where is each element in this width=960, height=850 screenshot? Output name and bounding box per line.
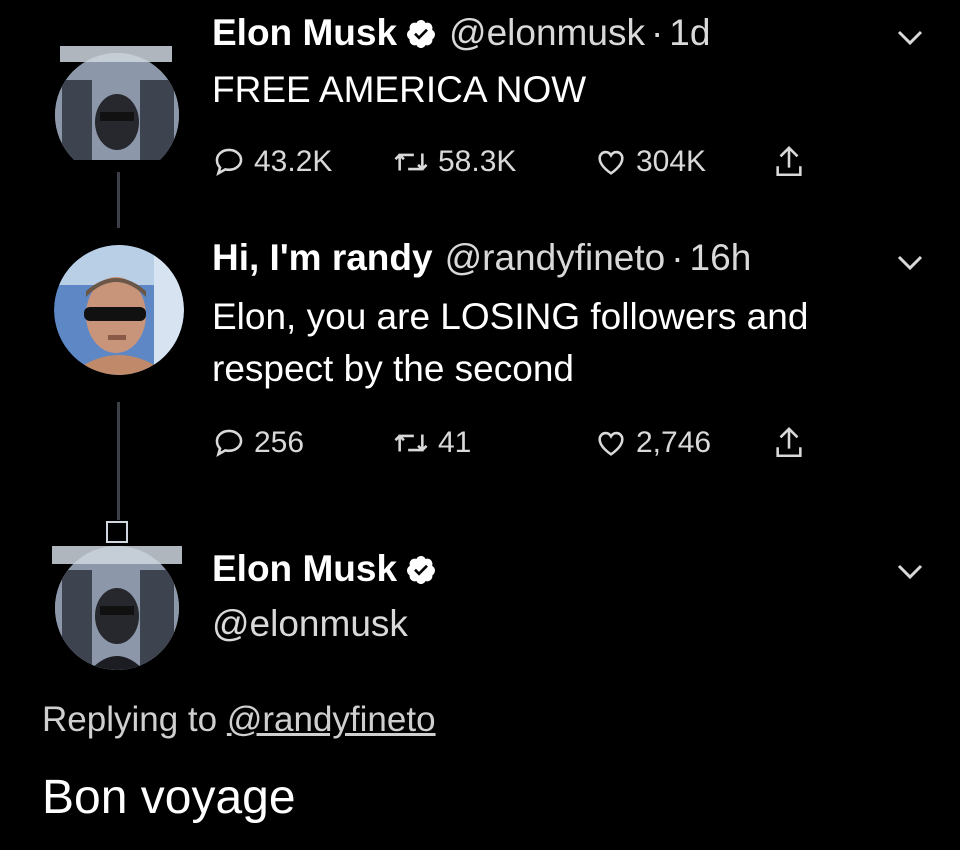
tweet-text-line: respect by the second <box>212 348 574 389</box>
display-name[interactable]: Elon Musk <box>212 12 397 54</box>
tweet-header: Elon Musk <box>212 548 437 590</box>
retweet-icon <box>394 434 428 452</box>
verified-badge-icon <box>405 553 437 585</box>
retweet-button[interactable]: 58.3K <box>392 145 516 179</box>
separator-dot: · <box>671 237 684 278</box>
display-name[interactable]: Elon Musk <box>212 548 397 590</box>
reply-button[interactable]: 43.2K <box>212 145 332 179</box>
verified-badge-icon <box>405 17 437 49</box>
reply-icon <box>215 148 243 177</box>
share-button[interactable] <box>772 143 814 181</box>
tweet[interactable]: Elon Musk @elonmusk · 1d FREE AMERICA NO… <box>0 0 960 200</box>
user-handle[interactable]: @elonmusk <box>212 598 408 650</box>
replying-to: Replying to @randyfineto <box>42 700 436 740</box>
tweet-header: Elon Musk @elonmusk · 1d <box>212 12 710 54</box>
timestamp[interactable]: 16h <box>690 237 752 279</box>
share-icon <box>776 146 802 177</box>
reply-count: 43.2K <box>254 145 333 178</box>
tweet[interactable]: Hi, I'm randy @randyfineto · 16h Elon, y… <box>0 225 960 475</box>
retweet-button[interactable]: 41 <box>392 426 471 460</box>
replying-prefix: Replying to <box>42 700 218 739</box>
user-handle[interactable]: @elonmusk <box>449 12 645 54</box>
avatar[interactable] <box>42 40 192 160</box>
replying-mention-link[interactable]: @randyfineto <box>227 700 436 739</box>
like-button[interactable]: 2,746 <box>594 426 711 460</box>
retweet-icon <box>394 153 428 171</box>
timestamp[interactable]: 1d <box>669 12 710 54</box>
avatar[interactable] <box>54 245 184 375</box>
tweet-text: Bon voyage <box>42 771 296 824</box>
tweet-header: Hi, I'm randy @randyfineto · 16h <box>212 237 751 279</box>
chevron-down-icon[interactable] <box>896 253 924 273</box>
avatar[interactable] <box>42 520 192 670</box>
like-count: 2,746 <box>636 426 712 459</box>
separator-dot: · <box>650 12 664 53</box>
heart-icon <box>598 150 624 175</box>
like-count: 304K <box>636 145 707 178</box>
retweet-count: 41 <box>438 426 472 459</box>
tweet-text: FREE AMERICA NOW <box>212 69 587 110</box>
share-icon <box>776 427 802 458</box>
tweet-actions: 43.2K 58.3K 304K <box>212 142 832 182</box>
reply-icon <box>215 429 243 458</box>
chevron-down-icon[interactable] <box>896 562 924 582</box>
heart-icon <box>598 431 624 456</box>
user-handle[interactable]: @randyfineto <box>445 237 666 279</box>
reply-button[interactable]: 256 <box>212 426 304 460</box>
chevron-down-icon[interactable] <box>896 28 924 48</box>
display-name[interactable]: Hi, I'm randy <box>212 237 433 279</box>
tweet-text-line: Elon, you are LOSING followers and <box>212 296 809 337</box>
share-button[interactable] <box>772 424 814 462</box>
tweet-actions: 256 41 2,746 <box>212 423 832 463</box>
reply-count: 256 <box>254 426 305 459</box>
tweet-text: Elon, you are LOSING followers and respe… <box>212 291 808 395</box>
main-tweet: Elon Musk @elonmusk Replying to @randyfi… <box>0 520 960 850</box>
retweet-count: 58.3K <box>438 145 517 178</box>
like-button[interactable]: 304K <box>594 145 706 179</box>
